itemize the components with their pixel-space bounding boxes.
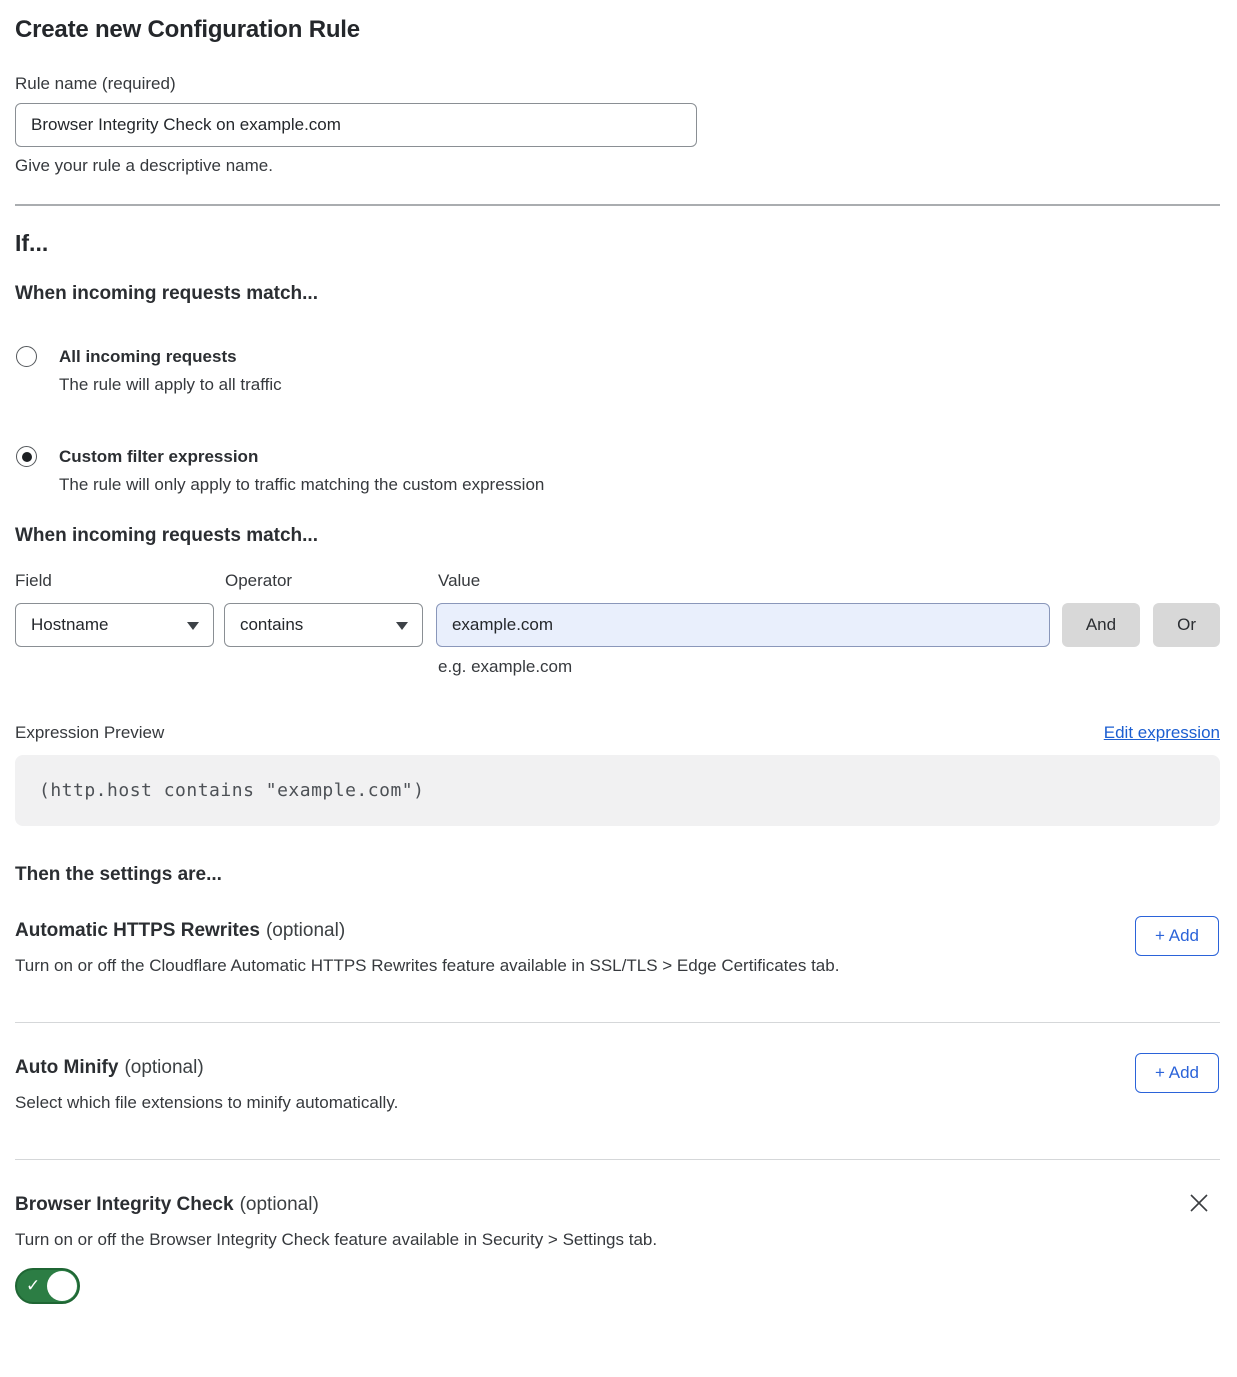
close-icon [1188,1192,1210,1214]
expression-code-block: (http.host contains "example.com") [15,755,1220,826]
browser-integrity-check-toggle[interactable]: ✓ [15,1268,80,1304]
setting-description: Turn on or off the Cloudflare Automatic … [15,956,1015,976]
if-heading: If... [15,230,1220,257]
radio-option-custom-filter-expression[interactable]: Custom filter expression The rule will o… [15,443,1220,499]
setting-row-browser-integrity-check: Browser Integrity Check (optional) Turn o… [15,1160,1220,1355]
incoming-requests-match-heading: When incoming requests match... [15,283,1220,305]
setting-row-auto-minify: Auto Minify (optional) Select which file … [15,1023,1220,1159]
setting-description: Select which file extensions to minify a… [15,1093,1015,1113]
rule-name-input[interactable] [15,103,697,147]
value-column-label: Value [438,571,480,591]
setting-description: Turn on or off the Browser Integrity Che… [15,1230,1015,1250]
setting-optional-tag: (optional) [240,1194,319,1215]
setting-optional-tag: (optional) [266,920,345,941]
check-icon: ✓ [26,1277,40,1294]
filter-controls-row: Hostname contains And Or [15,603,1220,647]
add-automatic-https-rewrites-button[interactable]: + Add [1135,916,1219,956]
then-settings-heading: Then the settings are... [15,864,1220,886]
page-title: Create new Configuration Rule [15,16,1220,44]
section-divider [15,204,1220,206]
setting-heading: Auto Minify (optional) [15,1057,1220,1079]
expression-preview-row: Expression Preview Edit expression [15,723,1220,743]
field-select[interactable]: Hostname [15,603,214,647]
value-hint: e.g. example.com [438,657,1220,677]
edit-expression-link[interactable]: Edit expression [1104,723,1220,743]
radio-option-texts: All incoming requests The rule will appl… [59,343,282,399]
filter-builder-heading: When incoming requests match... [15,525,1220,547]
rule-name-helper: Give your rule a descriptive name. [15,156,1220,176]
request-match-radio-group: All incoming requests The rule will appl… [15,343,1220,499]
radio-option-label: Custom filter expression [59,443,544,471]
chevron-down-icon [187,622,199,630]
field-column-label: Field [15,571,225,591]
setting-row-automatic-https-rewrites: Automatic HTTPS Rewrites (optional) Turn … [15,886,1220,1022]
expression-preview-label: Expression Preview [15,723,164,743]
rule-name-group: Rule name (required) Give your rule a de… [15,74,1220,176]
operator-select-value: contains [240,615,303,635]
rule-name-label: Rule name (required) [15,74,1220,94]
or-button[interactable]: Or [1153,603,1220,647]
filter-column-labels: Field Operator Value [15,571,1220,591]
radio-option-all-incoming-requests[interactable]: All incoming requests The rule will appl… [15,343,1220,399]
radio-option-texts: Custom filter expression The rule will o… [59,443,544,499]
setting-optional-tag: (optional) [124,1057,203,1078]
create-configuration-rule-page: Create new Configuration Rule Rule name … [0,0,1237,1377]
radio-unchecked-icon[interactable] [16,346,37,367]
setting-heading: Browser Integrity Check (optional) [15,1194,1220,1216]
radio-option-label: All incoming requests [59,343,282,371]
operator-select[interactable]: contains [224,603,423,647]
radio-option-description: The rule will only apply to traffic matc… [59,471,544,499]
setting-name: Auto Minify [15,1057,118,1078]
value-input[interactable] [436,603,1050,647]
radio-option-description: The rule will apply to all traffic [59,371,282,399]
radio-checked-icon[interactable] [16,446,37,467]
remove-setting-button[interactable] [1188,1192,1210,1214]
operator-column-label: Operator [225,571,438,591]
setting-name: Automatic HTTPS Rewrites [15,920,260,941]
toggle-knob [47,1271,77,1301]
add-auto-minify-button[interactable]: + Add [1135,1053,1219,1093]
setting-heading: Automatic HTTPS Rewrites (optional) [15,920,1220,942]
field-select-value: Hostname [31,615,108,635]
setting-name: Browser Integrity Check [15,1194,234,1215]
and-button[interactable]: And [1062,603,1140,647]
chevron-down-icon [396,622,408,630]
